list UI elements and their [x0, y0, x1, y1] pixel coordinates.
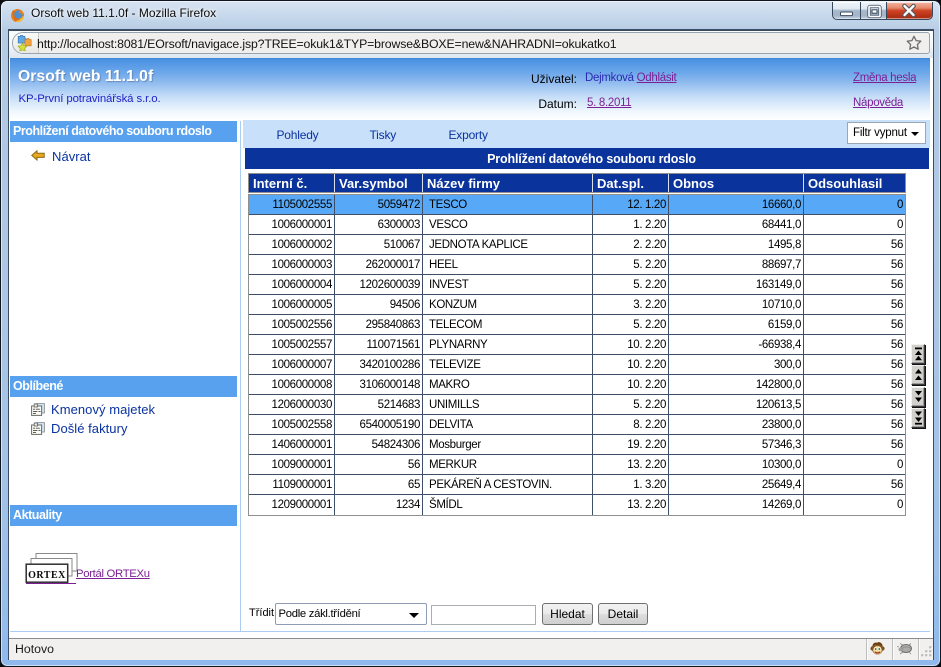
svg-text:ORTEX: ORTEX	[28, 570, 66, 581]
